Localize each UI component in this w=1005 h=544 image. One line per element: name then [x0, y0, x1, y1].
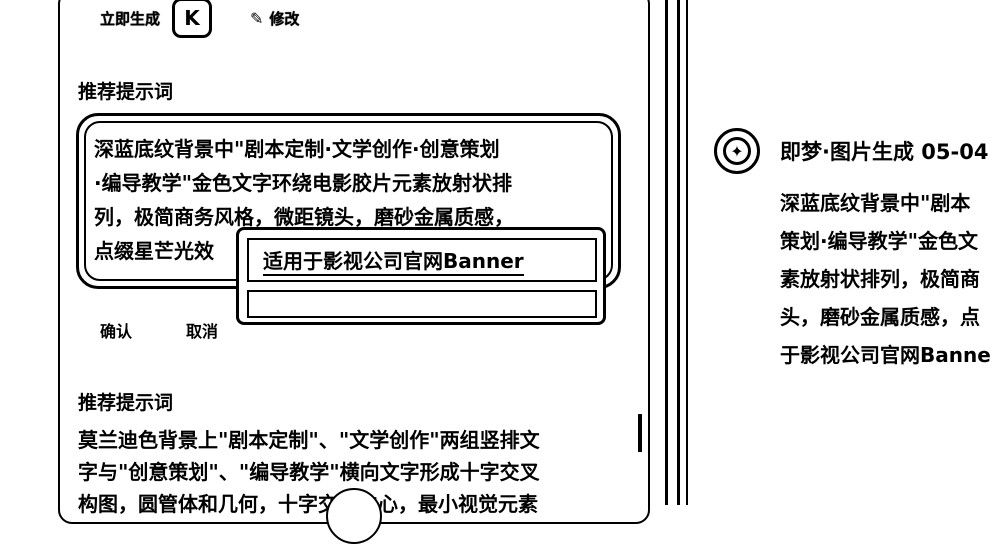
dreamina-logo-icon: ✦: [714, 128, 760, 174]
panel-divider: [665, 0, 668, 505]
message-body: 深蓝底纹背景中"剧本 策划·编导教学"金色文 素放射状排列，极简商 头，磨砂金属…: [780, 184, 1005, 374]
panel-divider: [677, 0, 680, 505]
section-title-recommended: 推荐提示词: [78, 81, 174, 103]
prompt-line: 深蓝底纹背景中"剧本定制·文学创作·创意策划: [94, 137, 500, 161]
edit-button[interactable]: ✎ 修改: [250, 8, 299, 29]
section-title-recommended: 推荐提示词: [78, 392, 174, 414]
panel-divider: [686, 0, 688, 505]
suggestion-popup: 适用于影视公司官网Banner: [236, 227, 606, 325]
suggestion-input-empty[interactable]: [247, 290, 597, 318]
edit-actions: 确认 取消: [100, 318, 218, 342]
prompt-line: ·编导教学"金色文字环绕电影胶片元素放射状排: [94, 171, 513, 195]
message-line: 素放射状排列，极简商: [780, 267, 980, 291]
suggestion-input-value: 适用于影视公司官网Banner: [263, 245, 524, 276]
cancel-button[interactable]: 取消: [186, 318, 218, 342]
message-line: 策划·编导教学"金色文: [780, 229, 979, 253]
scrollbar[interactable]: [638, 414, 642, 452]
message-title: 即梦·图片生成 05-04: [780, 140, 989, 164]
prompt-line: 字与"创意策划"、"编导教学"横向文字形成十字交叉: [78, 460, 540, 484]
floating-action-button[interactable]: [326, 488, 382, 544]
message-line: 头，磨砂金属质感，点: [780, 305, 980, 329]
kling-logo-icon[interactable]: K: [172, 0, 213, 38]
generate-now-button[interactable]: 立即生成: [100, 8, 160, 29]
edit-label: 修改: [269, 9, 300, 28]
suggestion-input[interactable]: 适用于影视公司官网Banner: [247, 238, 597, 282]
confirm-button[interactable]: 确认: [100, 318, 132, 342]
pencil-icon: ✎: [250, 8, 264, 28]
toolbar: 立即生成 K ✎ 修改: [100, 0, 299, 38]
message-line: 深蓝底纹背景中"剧本: [780, 191, 971, 215]
prompt-line: 莫兰迪色背景上"剧本定制"、"文学创作"两组竖排文: [78, 428, 540, 452]
message-line: 于影视公司官网Banne: [780, 343, 991, 367]
